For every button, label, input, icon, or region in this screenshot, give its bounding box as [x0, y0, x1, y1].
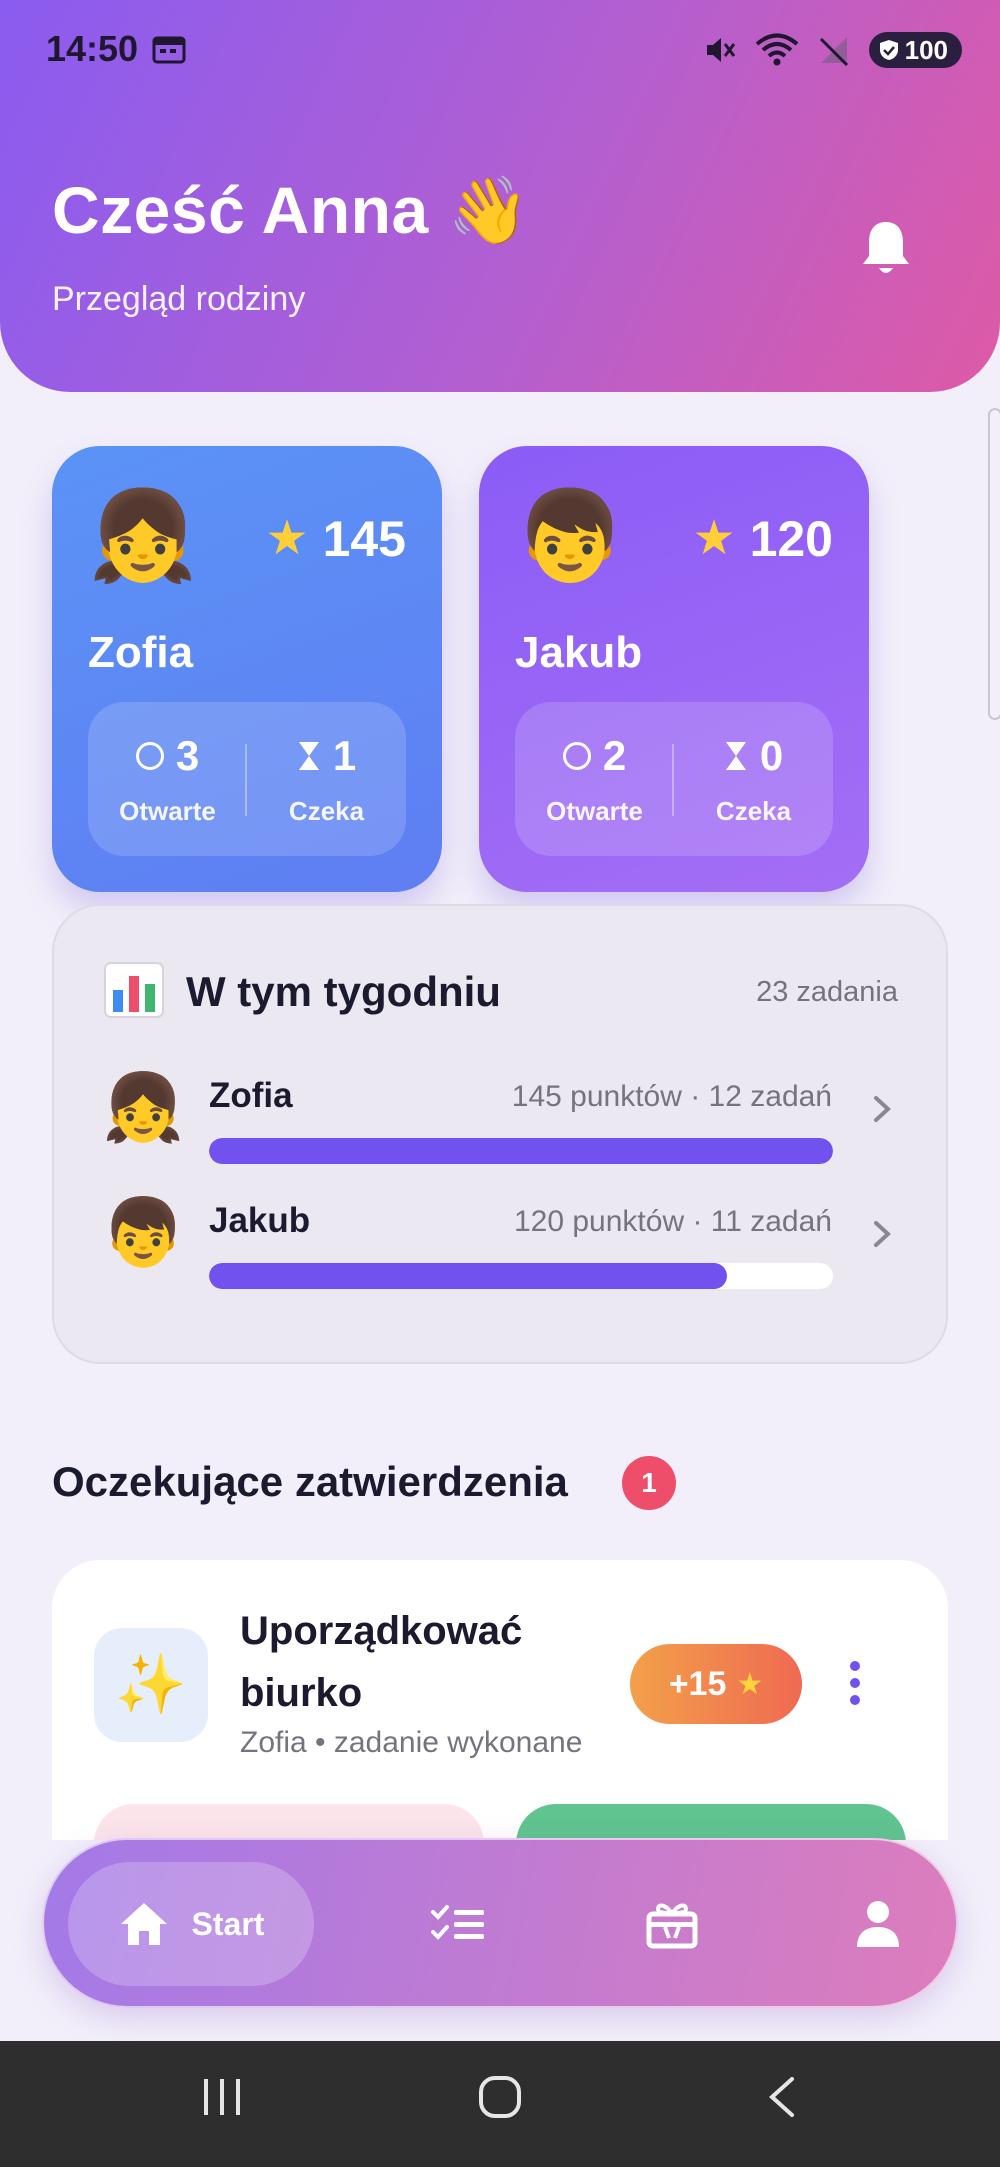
hourglass-icon: [298, 741, 319, 770]
bell-icon[interactable]: [858, 218, 914, 278]
task-title: Uporządkować biurko: [240, 1609, 523, 1715]
scroll-handle[interactable]: [988, 408, 1000, 720]
row-name: Jakub: [209, 1201, 311, 1240]
star-icon: ★: [265, 512, 309, 565]
reward-badge: +15 ★: [630, 1644, 802, 1724]
week-row-zofia[interactable]: 👧 Zofia 145 punktów · 12 zadań: [54, 1064, 950, 1184]
sparkles-icon: ✨: [94, 1628, 208, 1742]
points-value: 120: [749, 511, 833, 567]
pending-count-badge: 1: [622, 1456, 676, 1510]
open-count: 3: [175, 731, 200, 779]
circle-icon: [562, 741, 591, 770]
progress-bar: [209, 1138, 833, 1164]
progress-bar: [209, 1263, 833, 1289]
pending-title: Oczekujące zatwierdzenia: [52, 1458, 568, 1505]
nav-item-start[interactable]: Start: [68, 1862, 314, 1986]
progress-fill: [209, 1263, 727, 1289]
waiting-label: Czeka: [715, 795, 792, 826]
status-icons: 100: [703, 30, 962, 70]
stat-open: 2 Otwarte: [515, 702, 674, 856]
child-name: Zofia: [88, 628, 194, 677]
gift-icon: [646, 1903, 698, 1949]
bar-chart-icon: [104, 962, 164, 1018]
pending-task-card[interactable]: ✨ Uporządkować biurko Zofia • zadanie wy…: [52, 1560, 948, 1840]
row-meta: 120 punktów · 11 zadań: [513, 1205, 832, 1238]
week-title: W tym tygodniu: [186, 968, 501, 1015]
child-name: Jakub: [515, 628, 643, 677]
bottom-nav: Start: [42, 1838, 958, 2008]
greeting-subtitle: Przegląd rodziny: [52, 280, 306, 318]
status-bar: 14:50 100: [0, 0, 1000, 100]
stat-waiting: 0 Czeka: [674, 702, 833, 856]
nav-item-profile[interactable]: [846, 1892, 910, 1956]
nav-label-start: Start: [191, 1905, 265, 1942]
mute-icon: [706, 38, 735, 62]
open-label: Otwarte: [546, 795, 643, 826]
divider: [245, 744, 247, 816]
circle-icon: [135, 741, 164, 770]
shield-icon: [879, 40, 898, 60]
greeting-title: Cześć Anna 👋: [52, 173, 531, 247]
home-system-icon[interactable]: [478, 2075, 522, 2119]
chevron-right-icon[interactable]: [870, 1217, 894, 1251]
nav-item-rewards[interactable]: [640, 1892, 704, 1956]
progress-fill: [209, 1138, 833, 1164]
stat-waiting: 1 Czeka: [247, 702, 406, 856]
hourglass-icon: [725, 741, 746, 770]
row-name: Zofia: [209, 1076, 293, 1115]
task-subtitle: Zofia • zadanie wykonane: [240, 1726, 583, 1759]
child-stats: 3 Otwarte 1 Czeka: [88, 702, 406, 856]
waiting-count: 1: [332, 731, 357, 779]
waiting-label: Czeka: [288, 795, 365, 826]
header: 14:50 100 Cześć Anna 👋 Przegląd rodziny: [0, 0, 1000, 392]
approve-button[interactable]: [516, 1804, 906, 1840]
points-value: 145: [322, 511, 406, 567]
recents-icon[interactable]: [200, 2075, 244, 2119]
avatar: 👦: [102, 1195, 185, 1269]
stat-open: 3 Otwarte: [88, 702, 247, 856]
profile-icon: [857, 1901, 899, 1947]
battery-level: 100: [904, 34, 948, 65]
avatar: 👧: [102, 1070, 185, 1144]
open-count: 2: [602, 731, 627, 779]
star-icon: ★: [736, 1667, 764, 1701]
nav-item-tasks[interactable]: [426, 1892, 490, 1956]
chevron-right-icon[interactable]: [870, 1092, 894, 1126]
row-meta: 145 punktów · 12 zadań: [511, 1080, 832, 1113]
back-icon[interactable]: [762, 2075, 806, 2119]
home-icon: [120, 1903, 167, 1945]
avatar: 👦: [515, 486, 625, 585]
week-summary-card: W tym tygodniu 23 zadania 👧 Zofia 145 pu…: [52, 904, 948, 1364]
calendar-icon: [152, 36, 186, 64]
divider: [672, 744, 674, 816]
waiting-count: 0: [759, 731, 784, 779]
app-screen: 14:50 100 Cześć Anna 👋 Przegląd rodziny …: [0, 0, 1000, 2167]
wifi-icon: [755, 33, 798, 66]
tasks-icon: [431, 1905, 484, 1940]
system-nav-bar: [0, 2041, 1000, 2167]
child-stats: 2 Otwarte 0 Czeka: [515, 702, 833, 856]
reject-button[interactable]: [94, 1804, 484, 1840]
avatar: 👧: [88, 486, 198, 585]
points-display: ★ 120: [693, 510, 833, 568]
status-time: 14:50: [46, 28, 139, 69]
battery-icon: 100: [868, 32, 962, 68]
open-label: Otwarte: [119, 795, 216, 826]
star-icon: ★: [692, 512, 736, 565]
points-display: ★ 145: [266, 510, 406, 568]
more-vertical-icon[interactable]: [842, 1658, 868, 1708]
week-row-jakub[interactable]: 👦 Jakub 120 punktów · 11 zadań: [54, 1189, 950, 1309]
no-signal-icon: [819, 37, 848, 67]
child-card-jakub[interactable]: 👦 ★ 120 Jakub 2 Otwarte 0 Czeka: [479, 446, 869, 892]
week-task-count: 23 zadania: [756, 976, 898, 1008]
reward-value: +15: [668, 1664, 727, 1703]
child-card-zofia[interactable]: 👧 ★ 145 Zofia 3 Otwarte 1 Czeka: [52, 446, 442, 892]
